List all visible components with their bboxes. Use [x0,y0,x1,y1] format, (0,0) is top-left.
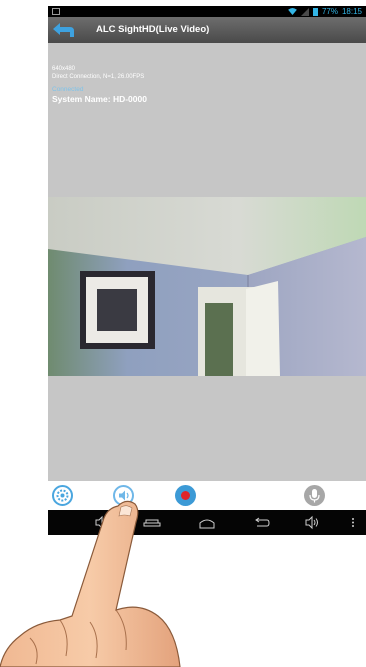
camera-image [48,197,366,376]
stream-resolution: 640x480 [52,66,76,72]
notification-icon [52,8,60,15]
live-view-area: 640x480 Direct Connection, N=1, 26.00FPS… [48,43,366,481]
stream-info: 640x480 Direct Connection, N=1, 26.00FPS… [52,65,147,105]
live-video-frame[interactable] [48,197,366,376]
microphone-icon [309,489,320,503]
back-icon[interactable] [253,514,271,531]
connection-info: Direct Connection, N=1, 26.00FPS [52,74,145,80]
clock: 18:15 [341,7,362,16]
back-arrow-icon[interactable] [50,20,76,40]
pointing-hand-illustration [0,500,181,667]
volume-up-icon[interactable] [304,514,320,531]
status-indicators: 77% 18:15 [288,6,362,17]
app-bar: ALC SightHD(Live Video) [48,17,366,43]
connection-state: Connected [52,86,84,93]
page-title: ALC SightHD(Live Video) [96,24,210,35]
tablet-screen: 77% 18:15 ALC SightHD(Live Video) 640x48… [48,6,366,535]
battery-percent: 77% [321,7,338,16]
system-name: System Name: HD-0000 [52,94,147,104]
battery-icon [312,7,318,16]
microphone-button[interactable] [304,485,325,506]
status-bar: 77% 18:15 [48,6,366,17]
menu-dots-icon[interactable] [350,514,356,531]
wifi-icon [288,8,297,15]
signal-icon [300,7,309,16]
